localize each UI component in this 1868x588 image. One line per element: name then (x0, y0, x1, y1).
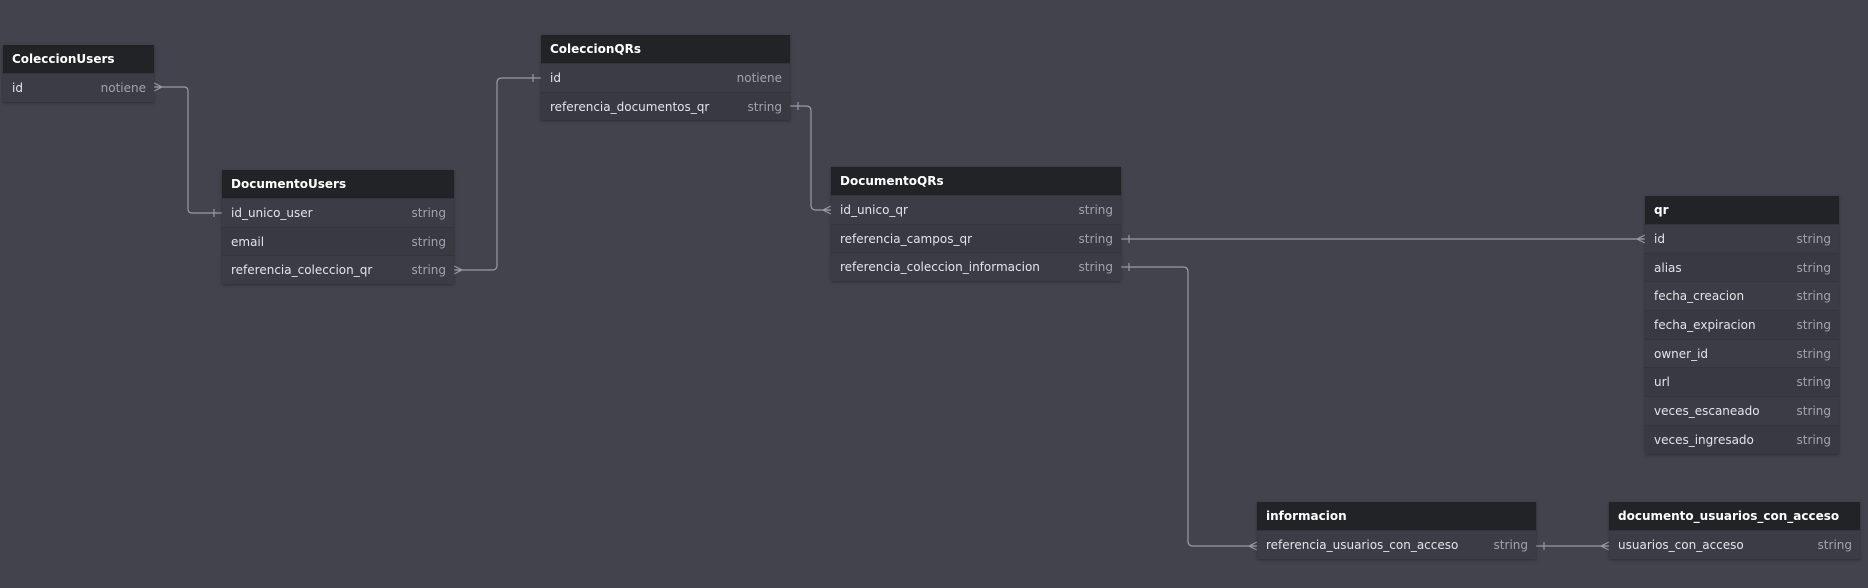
field-type: string (1078, 231, 1113, 246)
field-type: string (747, 99, 782, 114)
field-type: string (1078, 202, 1113, 217)
crows-foot-marker (453, 265, 464, 275)
field-name: referencia_campos_qr (840, 231, 973, 246)
field-name: usuarios_con_acceso (1618, 537, 1744, 552)
field-name: referencia_coleccion_informacion (840, 260, 1040, 275)
table-header[interactable]: ColeccionUsers (3, 45, 154, 73)
field-type: string (1078, 260, 1113, 275)
table-documentousers[interactable]: DocumentoUsers id_unico_user string emai… (222, 170, 454, 285)
field-type: string (1796, 403, 1831, 418)
field-type: string (411, 205, 446, 220)
field-name: url (1654, 375, 1670, 390)
field-type: string (1796, 432, 1831, 447)
field-row[interactable]: owner_id string (1645, 338, 1839, 368)
field-row[interactable]: url string (1645, 367, 1839, 397)
field-row[interactable]: referencia_coleccion_qr string (222, 255, 454, 285)
table-documento-usuarios-con-acceso[interactable]: documento_usuarios_con_acceso usuarios_c… (1609, 502, 1860, 559)
crows-foot-marker (153, 82, 164, 92)
field-row[interactable]: id_unico_qr string (831, 195, 1121, 224)
field-name: email (231, 234, 265, 249)
field-type: string (1796, 231, 1831, 246)
table-header[interactable]: ColeccionQRs (541, 35, 790, 63)
field-name: fecha_expiracion (1654, 317, 1756, 332)
table-fields: usuarios_con_acceso string (1609, 530, 1860, 559)
field-row[interactable]: referencia_campos_qr string (831, 223, 1121, 253)
table-header[interactable]: DocumentoQRs (831, 167, 1121, 195)
relation-documentousers-coleccionqrs (454, 77, 541, 271)
table-fields: id notiene (3, 73, 154, 102)
field-name: id (550, 70, 561, 85)
field-row[interactable]: alias string (1645, 252, 1839, 282)
table-fields: id notiene referencia_documentos_qr stri… (541, 63, 790, 121)
field-name: id (1654, 231, 1665, 246)
field-type: string (1796, 289, 1831, 304)
field-name: fecha_creacion (1654, 289, 1745, 304)
diagram-canvas: ColeccionUsers id notiene DocumentoUsers… (0, 0, 1868, 588)
field-type: string (411, 234, 446, 249)
field-name: id_unico_qr (840, 202, 908, 217)
field-row[interactable]: id notiene (3, 73, 154, 102)
field-type: string (1796, 260, 1831, 275)
table-fields: referencia_usuarios_con_acceso string (1257, 530, 1536, 559)
table-header[interactable]: informacion (1257, 502, 1536, 530)
field-row[interactable]: referencia_documentos_qr string (541, 91, 790, 121)
table-qr[interactable]: qr id string alias string fecha_creacion… (1645, 196, 1839, 454)
field-name: alias (1654, 260, 1682, 275)
field-row[interactable]: veces_ingresado string (1645, 424, 1839, 454)
relation-coleccionusers-documentousers (154, 86, 222, 214)
field-type: string (1817, 537, 1852, 552)
field-name: id (12, 80, 23, 95)
field-row[interactable]: email string (222, 226, 454, 256)
table-header[interactable]: DocumentoUsers (222, 170, 454, 198)
field-row[interactable]: id string (1645, 224, 1839, 253)
table-informacion[interactable]: informacion referencia_usuarios_con_acce… (1257, 502, 1536, 559)
field-name: referencia_coleccion_qr (231, 263, 373, 278)
field-type: notiene (736, 70, 782, 85)
field-name: referencia_usuarios_con_acceso (1266, 537, 1459, 552)
crows-foot-marker (1635, 234, 1646, 244)
field-row[interactable]: id notiene (541, 63, 790, 92)
field-type: string (1796, 317, 1831, 332)
relation-lines (153, 74, 1646, 551)
table-header[interactable]: qr (1645, 196, 1839, 224)
field-row[interactable]: referencia_coleccion_informacion string (831, 252, 1121, 282)
table-coleccionqrs[interactable]: ColeccionQRs id notiene referencia_docum… (541, 35, 790, 121)
field-name: id_unico_user (231, 205, 313, 220)
crows-foot-marker (1599, 541, 1610, 551)
relation-coleccionqrs-documentoqrs (790, 105, 831, 211)
field-type: string (1493, 537, 1528, 552)
field-type: string (1796, 375, 1831, 390)
field-name: owner_id (1654, 346, 1709, 361)
field-type: string (411, 263, 446, 278)
field-name: veces_escaneado (1654, 403, 1760, 418)
field-row[interactable]: veces_escaneado string (1645, 396, 1839, 425)
field-name: referencia_documentos_qr (550, 99, 710, 114)
table-fields: id_unico_qr string referencia_campos_qr … (831, 195, 1121, 282)
field-type: string (1796, 346, 1831, 361)
table-header[interactable]: documento_usuarios_con_acceso (1609, 502, 1860, 530)
table-fields: id_unico_user string email string refere… (222, 198, 454, 285)
table-coleccionusers[interactable]: ColeccionUsers id notiene (3, 45, 154, 102)
relation-documentoqrs-informacion (1121, 266, 1257, 547)
field-row[interactable]: id_unico_user string (222, 198, 454, 227)
field-type: notiene (100, 80, 146, 95)
field-row[interactable]: referencia_usuarios_con_acceso string (1257, 530, 1536, 559)
crows-foot-marker (821, 205, 832, 215)
field-name: veces_ingresado (1654, 432, 1754, 447)
field-row[interactable]: fecha_expiracion string (1645, 310, 1839, 339)
crows-foot-marker (1247, 541, 1258, 551)
table-documentoqrs[interactable]: DocumentoQRs id_unico_qr string referenc… (831, 167, 1121, 282)
field-row[interactable]: usuarios_con_acceso string (1609, 530, 1860, 559)
field-row[interactable]: fecha_creacion string (1645, 281, 1839, 311)
table-fields: id string alias string fecha_creacion st… (1645, 224, 1839, 454)
